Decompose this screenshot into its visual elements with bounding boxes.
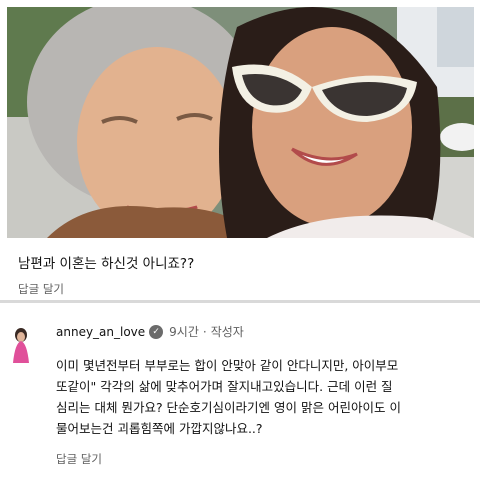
- comment-question: 남편과 이혼는 하신것 아니죠?? 답글 달기: [0, 238, 480, 300]
- avatar[interactable]: [8, 325, 34, 363]
- reply-button[interactable]: 답글 달기: [18, 281, 64, 297]
- timestamp: 9시간: [169, 325, 199, 339]
- verified-check-icon: ✓: [149, 324, 164, 339]
- comment-line: 물어보는건 괴롭힘쪽에 가깝지않나요..?: [56, 421, 263, 436]
- comment-line: 심리는 대체 뭔가요? 단순호기심이라기엔 영이 맑은 어린아이도 이: [56, 400, 401, 415]
- comment-text: 남편과 이혼는 하신것 아니죠??: [18, 256, 195, 272]
- photo-illustration: [7, 7, 474, 238]
- avatar-image: [8, 325, 34, 363]
- author-badge: 작성자: [210, 325, 244, 339]
- comment-meta: anney_an_love ✓ 9시간 · 작성자: [56, 323, 244, 340]
- comment-line: 이미 몇년전부터 부부로는 합이 안맞아 같이 안다니지만, 아이부모: [56, 358, 399, 373]
- comment-author-reply: anney_an_love ✓ 9시간 · 작성자 이미 몇년전부터 부부로는 …: [0, 303, 480, 480]
- comment-body: 이미 몇년전부터 부부로는 합이 안맞아 같이 안다니지만, 아이부모 또같이"…: [56, 355, 480, 439]
- selfie-photo: [7, 7, 474, 238]
- comment-line: 또같이" 각각의 삶에 맞추어가며 잘지내고있습니다. 근데 이런 질: [56, 379, 393, 394]
- reply-button[interactable]: 답글 달기: [56, 451, 102, 467]
- username-link[interactable]: anney_an_love: [56, 325, 145, 339]
- meta-separator: ·: [202, 324, 207, 339]
